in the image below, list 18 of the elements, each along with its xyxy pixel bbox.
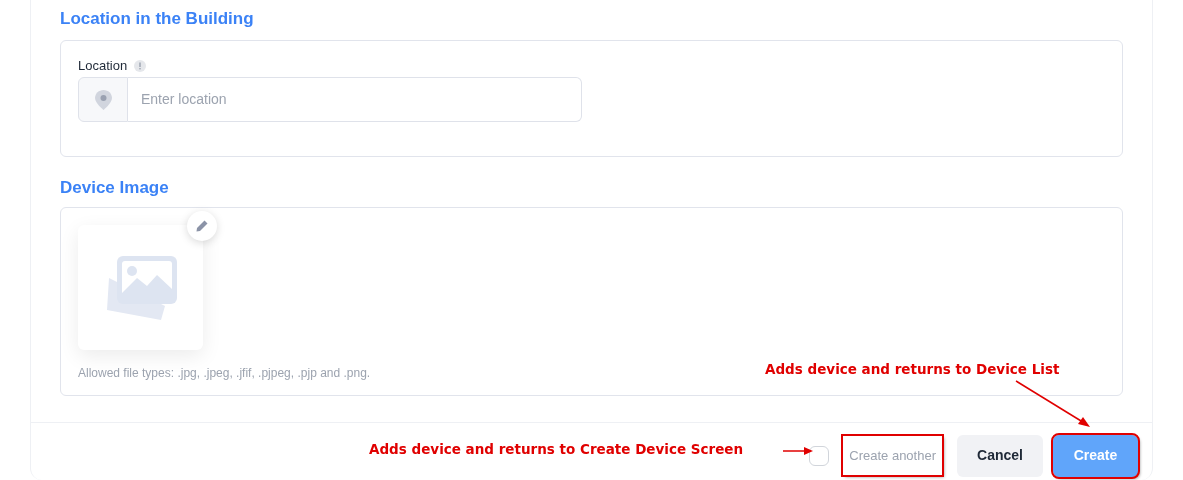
- edit-button[interactable]: [187, 211, 217, 241]
- location-field[interactable]: Enter location: [128, 77, 582, 122]
- section-title: Device Image: [60, 177, 169, 199]
- file-type-hint: Allowed file types: .jpg, .jpeg, .jfif, .pjpeg, .pjp and .png.: [78, 365, 371, 382]
- annotation-text: Adds device and returns to Device List: [765, 360, 1060, 379]
- annotation-arrow: [782, 447, 813, 455]
- pencil-icon: [196, 220, 208, 232]
- annotation-text: Adds device and returns to Create Device Screen: [369, 440, 744, 459]
- location-pin-icon: [94, 89, 112, 110]
- info-icon: [134, 60, 147, 72]
- checkbox[interactable]: [809, 445, 830, 466]
- field-label: Location: [78, 58, 128, 74]
- cancel-button[interactable]: Cancel: [957, 434, 1043, 477]
- create-button[interactable]: Create: [1053, 434, 1138, 477]
- image-icon: [104, 255, 177, 320]
- checkbox-label[interactable]: Create another: [843, 435, 942, 476]
- section-title: Location in the Building: [60, 8, 254, 30]
- image-placeholder[interactable]: [78, 225, 203, 350]
